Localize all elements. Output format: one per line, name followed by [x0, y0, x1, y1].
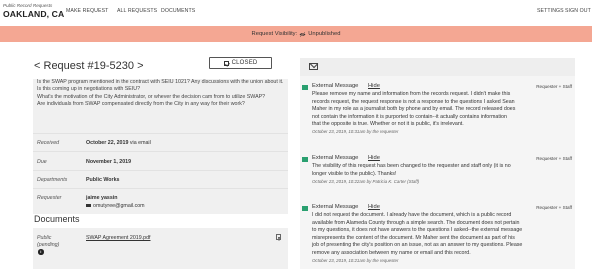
envelope-icon[interactable] [309, 63, 318, 70]
departments-label: Departments [37, 177, 68, 183]
message-line: longer visible to the public). Thanks! [312, 170, 397, 177]
nav-make-request[interactable]: MAKE REQUEST [66, 8, 108, 14]
message-line: not contain the information it is purpor… [312, 113, 507, 120]
request-heading: < Request #19-5230 > [34, 60, 144, 72]
closed-status-button[interactable]: CLOSED [209, 57, 272, 69]
description-line: What's the motivation of the City Admini… [37, 93, 266, 100]
message-line: The visibility of this request has been … [312, 163, 511, 169]
documents-panel: Public (pending) SWAP Agreement 2019.pdf… [33, 228, 288, 269]
divider [33, 188, 288, 189]
check-square-icon [223, 60, 229, 66]
compose-message-bar[interactable] [300, 58, 575, 76]
divider [33, 133, 288, 134]
message-line: that the opposite is true. Whether or no… [312, 121, 464, 128]
departments-value: Public Works [86, 177, 119, 183]
request-description: Is the SWAP program mentioned in the con… [37, 79, 285, 109]
message-type: External Message [312, 155, 359, 161]
message-line: to my questions, it does not have answer… [312, 227, 523, 234]
message-envelope-icon [302, 206, 308, 211]
info-icon[interactable]: i [38, 249, 44, 255]
requester-name-text: jaime yassin [86, 195, 118, 201]
message-meta: October 23, 2019, 10:31am by the request… [312, 129, 399, 134]
received-label: Received [37, 140, 60, 146]
department-name: Public Works [86, 177, 120, 183]
received-via: via email [129, 140, 151, 146]
requester-name: jaime yassin [86, 195, 118, 201]
message-meta: October 23, 2019, 10:22am by Patricia K.… [312, 179, 420, 184]
closed-status-label: CLOSED [231, 60, 258, 66]
requester-label: Requester [37, 195, 62, 201]
visibility-banner: Request Visibility: Unpublished [0, 26, 592, 42]
message-type: External Message [312, 204, 359, 210]
due-value: November 1, 2019 [86, 159, 131, 165]
message-line: job of presenting the city's position on… [312, 242, 523, 249]
visibility-value: Unpublished [308, 31, 341, 37]
message-envelope-icon [302, 157, 308, 162]
requester-email: omutyree@gmail.com [86, 203, 145, 209]
description-line: Is the SWAP program mentioned in the con… [37, 79, 284, 85]
message-type: External Message [312, 83, 359, 89]
document-visibility: Public (pending) [37, 235, 59, 248]
envelope-icon [86, 203, 91, 208]
hide-message-link[interactable]: Hide [368, 204, 380, 210]
document-visibility-line: (pending) [37, 241, 60, 248]
nav-sign-out[interactable]: SIGN OUT [565, 8, 591, 14]
nav-all-requests[interactable]: ALL REQUESTS [117, 8, 157, 14]
brand-subtitle: Public Record Requests [3, 3, 53, 8]
divider [33, 151, 288, 152]
received-date: October 22, 2019 [86, 140, 129, 146]
document-icon[interactable] [276, 234, 281, 240]
message-body: I did not request the document. I alread… [312, 212, 570, 258]
message-list: External Message Hide Requester + Staff … [300, 76, 575, 269]
nav-settings[interactable]: SETTINGS [537, 8, 564, 14]
divider [33, 170, 288, 171]
message-line: Maher in my role as a journalist both by… [312, 106, 516, 113]
message-meta: October 23, 2019, 10:21am by the request… [312, 258, 399, 263]
message-line: I did not request the document. I alread… [312, 212, 512, 218]
hide-message-link[interactable]: Hide [368, 83, 380, 89]
description-line: Are individuals from SWAP compensated di… [37, 101, 245, 108]
request-detail-panel: Is the SWAP program mentioned in the con… [33, 79, 288, 214]
messages-column: External Message Hide Requester + Staff … [300, 58, 592, 269]
description-line: Is this coming up in negotiations with S… [37, 86, 141, 93]
message-line: misrepresents the content of the documen… [312, 234, 515, 241]
brand-city[interactable]: OAKLAND, CA [3, 9, 64, 19]
visibility-label: Request Visibility: [251, 31, 298, 37]
message-visibility: Requester + Staff [536, 83, 572, 89]
requester-email-text: omutyree@gmail.com [93, 203, 145, 209]
message-visibility: Requester + Staff [536, 155, 572, 161]
request-title: Request #19-5230 [43, 60, 135, 72]
message-line: available from Alameda County through a … [312, 219, 520, 226]
due-date: November 1, 2019 [86, 159, 132, 165]
top-nav: Public Record Requests OAKLAND, CA MAKE … [0, 0, 592, 26]
message-line: records request, the request response is… [312, 98, 515, 105]
request-details-column: < Request #19-5230 > CLOSED Is the SWAP … [0, 42, 292, 269]
message-line: remove any association between my name o… [312, 249, 471, 256]
document-link[interactable]: SWAP Agreement 2019.pdf [86, 235, 151, 241]
documents-heading: Documents [34, 214, 80, 224]
hide-message-link[interactable]: Hide [368, 155, 380, 161]
message-body: The visibility of this request has been … [312, 163, 570, 178]
message-visibility: Requester + Staff [536, 204, 572, 210]
prev-request-link[interactable]: < [34, 60, 40, 72]
due-label: Due [37, 159, 47, 165]
received-value: October 22, 2019 via email [86, 140, 151, 146]
eye-slash-icon [299, 31, 306, 37]
nav-documents[interactable]: DOCUMENTS [161, 8, 195, 14]
message-body: Please remove my name and information fr… [312, 91, 570, 129]
message-envelope-icon [302, 85, 308, 90]
next-request-link[interactable]: > [137, 60, 143, 72]
message-line: Please remove my name and information fr… [312, 91, 511, 97]
